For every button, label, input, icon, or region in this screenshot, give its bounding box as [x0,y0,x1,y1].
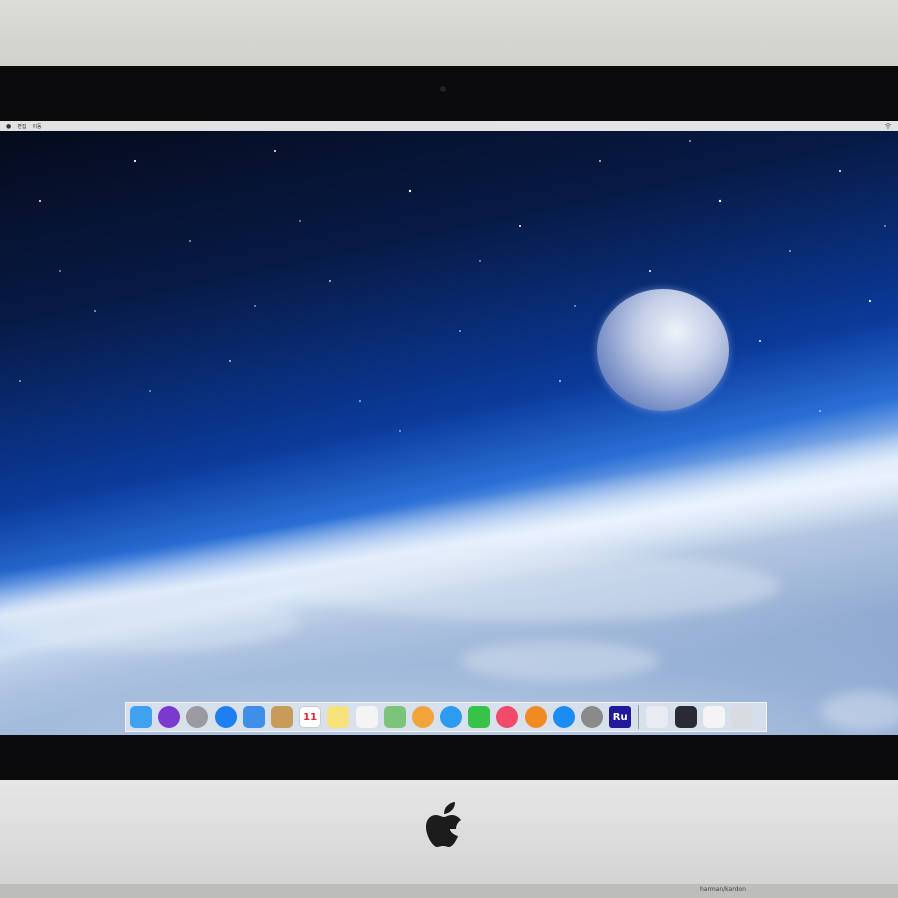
system-preferences-icon[interactable] [581,706,603,728]
screen: ● 편집 이동 11 Ru [0,121,898,735]
cloud [300,551,780,621]
wall-background [0,0,898,70]
finder-icon[interactable] [130,706,152,728]
siri-icon[interactable] [158,706,181,728]
camera [440,86,446,92]
maps-icon[interactable] [383,706,406,728]
music-icon[interactable] [496,706,519,728]
cloud [460,641,660,681]
books-icon[interactable] [524,706,547,728]
apple-logo-icon [426,802,461,847]
menu-bar: ● 편집 이동 [0,121,898,131]
downloads-folder-icon[interactable] [646,706,669,728]
adobe-rush-label: Ru [612,711,628,723]
dock: 11 Ru [125,702,767,732]
moon [597,289,729,411]
mail-icon[interactable] [242,706,265,728]
wifi-icon[interactable] [884,123,892,129]
cloud [0,591,300,651]
reminders-icon[interactable] [355,706,378,728]
photos-icon[interactable] [411,706,434,728]
speaker-brand-label: harman/kardon [700,886,746,893]
launchpad-icon[interactable] [186,706,209,728]
messages-icon[interactable] [440,706,463,728]
facetime-icon[interactable] [468,706,491,728]
menu-item-go[interactable]: 이동 [32,123,41,130]
starfield [19,140,886,432]
calendar-icon[interactable]: 11 [299,706,322,728]
dock-divider [638,705,640,729]
safari-icon[interactable] [214,706,237,728]
calendar-label: 11 [303,711,318,723]
notes-icon[interactable] [327,706,350,728]
app-store-icon[interactable] [552,706,575,728]
menu-item-edit[interactable]: 편집 [17,123,26,130]
trash-icon[interactable] [730,706,753,728]
contacts-icon[interactable] [270,706,293,728]
cloud [820,691,898,731]
adobe-rush-icon[interactable]: Ru [609,706,632,728]
apple-menu-icon[interactable]: ● [6,123,11,130]
desktop-stack-icon[interactable] [674,706,697,728]
desk-surface [0,884,898,898]
document-icon[interactable] [702,706,725,728]
